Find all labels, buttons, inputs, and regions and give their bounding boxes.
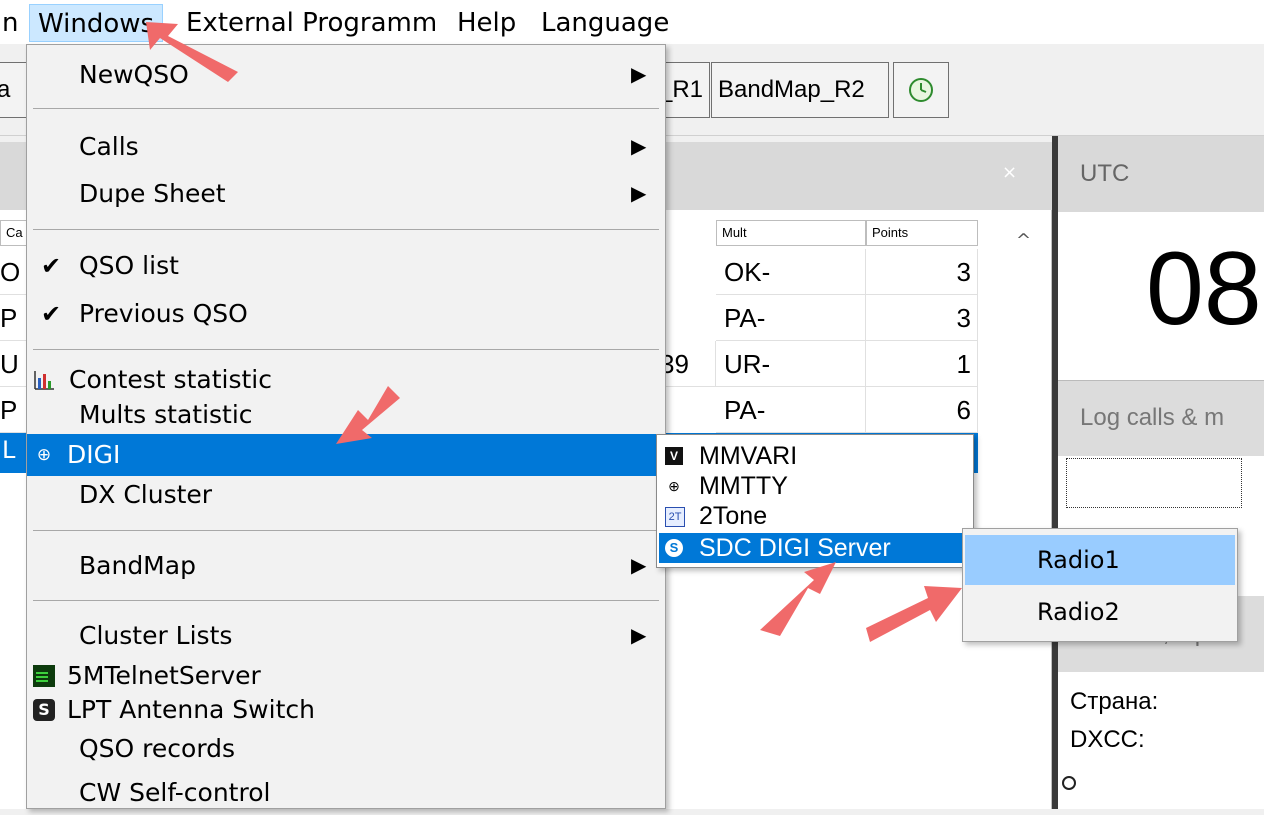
clock-button[interactable] bbox=[893, 62, 949, 118]
menu-windows[interactable]: Windows bbox=[29, 4, 164, 42]
chevron-right-icon: ▶ bbox=[631, 181, 647, 205]
bar-chart-icon bbox=[34, 371, 54, 390]
menu-item-digi[interactable]: ⊕ DIGI bbox=[27, 434, 665, 476]
submenu-item-mmvari[interactable]: V MMVARI bbox=[659, 441, 971, 471]
chevron-right-icon: ▶ bbox=[631, 62, 647, 86]
menu-item-dx-cluster[interactable]: DX Cluster bbox=[27, 473, 665, 517]
menu-external-programm[interactable]: External Programm bbox=[178, 4, 445, 42]
menu-item-qso-list[interactable]: ✔ QSO list bbox=[27, 244, 665, 288]
scroll-up-icon[interactable]: ^ bbox=[1016, 230, 1031, 251]
checkmark-icon: ✔ bbox=[41, 252, 62, 280]
switch-icon: S bbox=[33, 699, 55, 721]
menu-separator bbox=[33, 600, 659, 601]
log-calls-label: Log calls & m bbox=[1080, 404, 1225, 431]
bandmap-r2-button[interactable]: BandMap_R2 bbox=[711, 62, 889, 118]
menu-item-cw-self-control[interactable]: CW Self-control bbox=[27, 771, 665, 815]
menu-item-cut[interactable]: n bbox=[0, 4, 26, 42]
submenu-item-2tone[interactable]: 2T 2Tone bbox=[659, 501, 971, 531]
chevron-right-icon: ▶ bbox=[631, 553, 647, 577]
menu-item-5mtelnetserver[interactable]: 5MTelnetServer bbox=[27, 659, 665, 693]
sdc-server-icon: S bbox=[665, 539, 683, 557]
menu-item-newqso[interactable]: NewQSO ▶ bbox=[27, 53, 665, 97]
menu-item-previous-qso[interactable]: ✔ Previous QSO bbox=[27, 292, 665, 336]
menu-help[interactable]: Help bbox=[449, 4, 524, 42]
menu-item-cluster-lists[interactable]: Cluster Lists ▶ bbox=[27, 614, 665, 658]
mmvari-icon: V bbox=[665, 447, 683, 465]
chevron-right-icon: ▶ bbox=[631, 134, 647, 158]
menu-item-mults-statistic[interactable]: Mults statistic bbox=[27, 393, 665, 437]
menu-language[interactable]: Language bbox=[533, 4, 677, 42]
utc-time: 08 bbox=[1146, 231, 1262, 347]
radio-submenu: Radio1 Radio2 bbox=[962, 528, 1238, 642]
crosshair-icon: ⊕ bbox=[668, 478, 680, 494]
column-header-mult[interactable]: Mult bbox=[716, 220, 866, 246]
table-cell-points: 6 bbox=[866, 387, 978, 433]
windows-menu: NewQSO ▶ Calls ▶ Dupe Sheet ▶ ✔ QSO list… bbox=[26, 44, 666, 809]
menu-separator bbox=[33, 349, 659, 350]
submenu-item-sdc-digi-server[interactable]: S SDC DIGI Server bbox=[659, 533, 971, 563]
crosshair-icon: ⊕ bbox=[36, 445, 52, 465]
digi-submenu: V MMVARI ⊕ MMTTY 2T 2Tone S SDC DIGI Ser… bbox=[656, 434, 974, 568]
country-label: Страна: bbox=[1070, 688, 1159, 715]
dxcc-label: DXCC: bbox=[1070, 726, 1145, 753]
menu-separator bbox=[33, 530, 659, 531]
right-panel: UTC 08 Log calls & m Radio 1, Op: U Стра… bbox=[1052, 136, 1264, 809]
table-cell-call: L bbox=[2, 436, 16, 464]
menu-separator bbox=[33, 108, 659, 109]
chevron-right-icon: ▶ bbox=[631, 623, 647, 647]
menu-item-bandmap[interactable]: BandMap ▶ bbox=[27, 544, 665, 588]
utc-label: UTC bbox=[1080, 160, 1130, 187]
menu-item-dupe-sheet[interactable]: Dupe Sheet ▶ bbox=[27, 172, 665, 216]
close-icon[interactable]: × bbox=[1002, 162, 1017, 183]
checkmark-icon: ✔ bbox=[41, 300, 62, 328]
menu-item-lpt-antenna-switch[interactable]: S LPT Antenna Switch bbox=[27, 693, 665, 727]
clock-icon bbox=[909, 78, 933, 102]
table-cell-points: 3 bbox=[866, 249, 978, 295]
table-cell-mult: UR- bbox=[716, 341, 866, 387]
table-cell-points: 3 bbox=[866, 295, 978, 341]
menu-item-qso-records[interactable]: QSO records bbox=[27, 727, 665, 771]
menu-bar: n Windows External Programm Help Languag… bbox=[0, 0, 1264, 44]
submenu-item-mmtty[interactable]: ⊕ MMTTY bbox=[659, 471, 971, 501]
table-cell-mult: OK- bbox=[716, 249, 866, 295]
terminal-icon bbox=[33, 665, 55, 687]
menu-item-calls[interactable]: Calls ▶ bbox=[27, 125, 665, 169]
column-header-points[interactable]: Points bbox=[866, 220, 978, 246]
table-cell-points: 1 bbox=[866, 341, 978, 387]
table-cell-mult: PA- bbox=[716, 387, 866, 433]
log-calls-input[interactable] bbox=[1066, 458, 1242, 508]
menu-separator bbox=[33, 229, 659, 230]
twotone-icon: 2T bbox=[665, 507, 685, 527]
compass-icon bbox=[1062, 776, 1076, 790]
submenu-item-radio2[interactable]: Radio2 bbox=[965, 587, 1235, 637]
table-cell-partial: 39 bbox=[660, 341, 716, 387]
submenu-item-radio1[interactable]: Radio1 bbox=[965, 535, 1235, 585]
table-cell-mult: PA- bbox=[716, 295, 866, 341]
